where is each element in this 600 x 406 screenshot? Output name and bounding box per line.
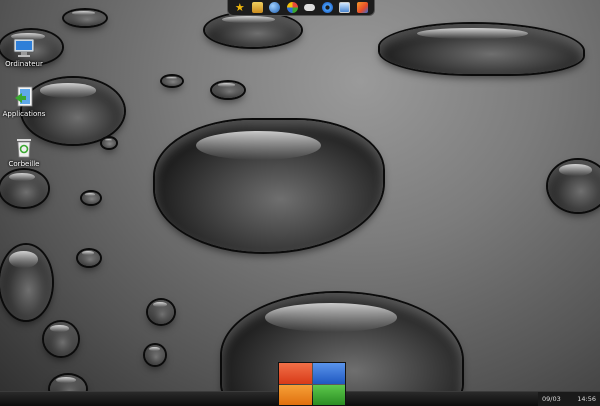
water-drop: [148, 300, 174, 324]
wallpaper-water-drops: [0, 0, 600, 406]
desktop-icon-label: Corbeille: [8, 160, 40, 168]
water-drop: [0, 170, 48, 207]
gamepad-icon[interactable]: [304, 4, 316, 11]
display-icon[interactable]: [339, 2, 351, 13]
water-drop: [44, 322, 78, 356]
water-drop: [205, 13, 301, 47]
tray-date: 09/03: [542, 395, 561, 403]
computer-icon: [13, 38, 35, 57]
folder-icon[interactable]: [251, 2, 263, 13]
tray-clock[interactable]: 14:56: [577, 395, 596, 403]
water-drop: [0, 245, 52, 320]
top-dock: ★: [227, 0, 375, 16]
start-tile-orange: [279, 384, 312, 405]
package-icon[interactable]: [356, 2, 368, 13]
system-tray: 09/03 14:56: [538, 392, 600, 406]
water-drop: [78, 250, 100, 266]
start-tile-blue: [312, 363, 345, 384]
water-drop: [212, 82, 244, 98]
desktop-icon-applications[interactable]: Applications: [0, 86, 48, 118]
start-button[interactable]: [278, 362, 346, 406]
apps-icon[interactable]: [286, 2, 298, 13]
applications-icon: [15, 86, 33, 107]
start-tile-red: [279, 363, 312, 384]
recycle-bin-icon: [17, 139, 31, 158]
water-drop: [145, 345, 165, 365]
water-drop: [64, 10, 106, 26]
desktop-icon-corbeille[interactable]: Corbeille: [0, 136, 48, 168]
water-drop: [548, 160, 600, 212]
desktop-icon-ordinateur[interactable]: Ordinateur: [0, 38, 48, 68]
water-drop: [82, 192, 100, 204]
water-drop: [380, 24, 583, 74]
globe-icon[interactable]: [269, 2, 281, 13]
desktop-icon-label: Applications: [2, 110, 46, 118]
water-drop: [162, 76, 182, 86]
water-drop: [155, 120, 383, 252]
water-drop: [102, 138, 116, 148]
desktop-icon-label: Ordinateur: [5, 60, 43, 68]
settings-gear-icon[interactable]: [321, 2, 333, 13]
star-icon[interactable]: ★: [234, 2, 245, 13]
start-tile-green: [312, 384, 345, 405]
